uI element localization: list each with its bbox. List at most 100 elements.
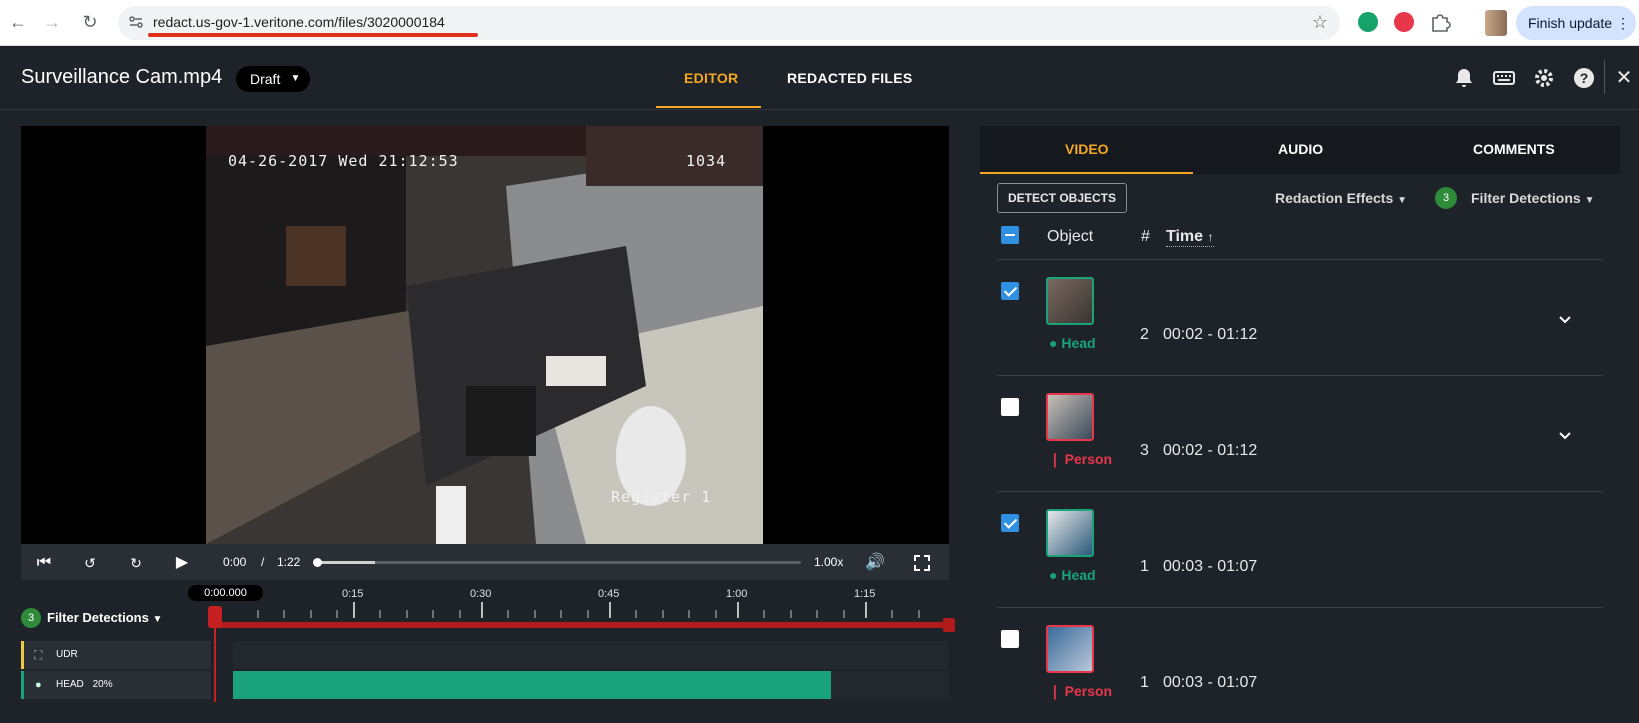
detection-row[interactable]: ● Head 1 00:03 - 01:07 <box>997 491 1603 607</box>
extension-icon-red[interactable] <box>1394 12 1414 32</box>
select-all-checkbox[interactable] <box>1001 226 1019 244</box>
svg-text:?: ? <box>1580 70 1589 86</box>
column-number[interactable]: # <box>1141 228 1150 246</box>
playback-speed[interactable]: 1.00x <box>814 555 843 569</box>
track-head-label: HEAD <box>56 679 84 690</box>
keyboard-icon[interactable] <box>1492 66 1516 90</box>
video-frame: 04-26-2017 Wed 21:12:53 1034 Register 1 <box>206 126 763 544</box>
object-count: 1 <box>1140 674 1149 691</box>
osd-datetime: 04-26-2017 Wed 21:12:53 <box>228 152 459 170</box>
close-icon[interactable]: ✕ <box>1612 66 1636 90</box>
ruler-ticks <box>257 602 920 618</box>
caret-down-icon: ▼ <box>152 614 163 625</box>
tab-redacted-files[interactable]: REDACTED FILES <box>787 70 913 86</box>
extensions-puzzle-icon[interactable] <box>1429 11 1451 33</box>
redaction-effects-label: Redaction Effects <box>1275 190 1394 206</box>
head-icon: ● <box>35 679 42 691</box>
time-separator: / <box>261 555 265 569</box>
track-head-percent: 20% <box>92 679 113 690</box>
site-settings-icon[interactable] <box>128 14 144 30</box>
row-checkbox[interactable] <box>1001 282 1019 300</box>
address-bar[interactable]: redact.us-gov-1.veritone.com/files/30200… <box>118 6 1340 40</box>
video-player[interactable]: 04-26-2017 Wed 21:12:53 1034 Register 1 <box>21 126 949 544</box>
bookmark-star-icon[interactable]: ☆ <box>1312 12 1328 33</box>
redaction-range-bar[interactable] <box>214 622 949 628</box>
detection-thumbnail[interactable] <box>1046 277 1094 325</box>
chevron-down-icon[interactable] <box>1557 312 1573 328</box>
detection-row[interactable]: ❘ Person 3 00:02 - 01:12 <box>997 375 1603 491</box>
detect-objects-button[interactable]: DETECT OBJECTS <box>997 183 1127 213</box>
person-icon: ❘ <box>1049 451 1061 467</box>
person-icon: ❘ <box>1049 683 1061 699</box>
help-icon[interactable]: ? <box>1572 66 1596 90</box>
filter-count-badge: 3 <box>21 608 41 628</box>
range-end-handle[interactable] <box>943 618 955 632</box>
chevron-down-icon[interactable] <box>1557 428 1573 444</box>
redaction-effects-dropdown[interactable]: Redaction Effects ▼ <box>1275 190 1407 206</box>
caret-down-icon: ▼ <box>290 73 301 84</box>
track-udr-lane[interactable] <box>233 641 949 669</box>
detection-row[interactable]: ● Head 2 00:02 - 01:12 <box>997 259 1603 375</box>
udr-icon: ⛶ <box>34 648 43 662</box>
tab-active-indicator <box>656 106 761 108</box>
reload-icon[interactable]: ↻ <box>78 10 102 34</box>
url-text: redact.us-gov-1.veritone.com/files/30200… <box>153 14 445 30</box>
object-type-label: ● Head <box>1049 567 1096 583</box>
tab-video[interactable]: VIDEO <box>1065 141 1109 157</box>
profile-avatar[interactable] <box>1485 10 1507 36</box>
detection-thumbnail[interactable] <box>1046 509 1094 557</box>
head-icon: ● <box>1049 567 1058 583</box>
fullscreen-icon[interactable] <box>911 552 933 574</box>
detection-row[interactable]: ❘ Person 1 00:03 - 01:07 <box>997 607 1603 723</box>
finish-update-label: Finish update <box>1528 15 1613 31</box>
object-type-label: ❘ Person <box>1049 451 1112 468</box>
object-type-text: Head <box>1061 567 1096 583</box>
file-title: Surveillance Cam.mp4 <box>21 66 223 88</box>
column-object[interactable]: Object <box>1047 228 1093 246</box>
timeline-ruler[interactable]: 0:15 0:30 0:45 1:00 1:15 <box>215 580 949 626</box>
forward-10-icon[interactable]: ↻ <box>125 552 147 574</box>
grammarly-extension-icon[interactable] <box>1358 12 1378 32</box>
notifications-bell-icon[interactable] <box>1452 66 1476 90</box>
playhead-line <box>214 610 216 702</box>
object-type-text: Person <box>1064 683 1113 699</box>
status-dropdown[interactable]: Draft ▼ <box>236 66 311 92</box>
tab-comments[interactable]: COMMENTS <box>1473 141 1555 157</box>
skip-to-start-icon[interactable]: ⏮ <box>33 552 55 574</box>
object-time-range[interactable]: 00:02 - 01:12 <box>1163 442 1257 460</box>
volume-icon[interactable]: 🔊 <box>864 552 886 574</box>
object-type-text: Head <box>1061 335 1096 351</box>
detection-thumbnail[interactable] <box>1046 393 1094 441</box>
object-time-range[interactable]: 00:03 - 01:07 <box>1163 674 1257 692</box>
seek-handle[interactable] <box>313 558 322 567</box>
track-head[interactable]: ● HEAD 20% <box>21 671 211 699</box>
tick-label: 0:30 <box>470 588 492 600</box>
finish-update-button[interactable]: Finish update ⋮ <box>1516 6 1636 40</box>
detection-thumbnail[interactable] <box>1046 625 1094 673</box>
forward-icon[interactable]: → <box>40 10 64 34</box>
tab-editor[interactable]: EDITOR <box>684 70 738 86</box>
object-time-range[interactable]: 00:02 - 01:12 <box>1163 326 1257 344</box>
column-time[interactable]: Time ↑ <box>1166 228 1214 247</box>
settings-gear-icon[interactable] <box>1532 66 1556 90</box>
sort-ascending-icon: ↑ <box>1207 230 1214 244</box>
rewind-10-icon[interactable]: ↺ <box>79 552 101 574</box>
url-annotation-underline <box>148 33 478 37</box>
track-head-lane[interactable] <box>233 671 949 699</box>
seek-bar[interactable] <box>313 558 801 567</box>
timeline-filter-detections[interactable]: Filter Detections ▼ <box>47 610 162 625</box>
status-label: Draft <box>250 71 281 87</box>
object-type-text: Person <box>1064 451 1113 467</box>
filter-detections-dropdown[interactable]: Filter Detections ▼ <box>1471 190 1595 206</box>
track-udr[interactable]: ⛶ UDR <box>21 641 211 669</box>
object-time-range[interactable]: 00:03 - 01:07 <box>1163 558 1257 576</box>
tab-audio[interactable]: AUDIO <box>1278 141 1323 157</box>
app-header: Surveillance Cam.mp4 Draft ▼ EDITOR REDAC… <box>0 46 1639 110</box>
row-checkbox[interactable] <box>1001 514 1019 532</box>
play-icon[interactable]: ▶ <box>171 552 193 574</box>
back-icon[interactable]: ← <box>6 10 30 34</box>
tick-label: 1:15 <box>854 588 876 600</box>
head-detection-bar[interactable] <box>233 671 831 699</box>
row-checkbox[interactable] <box>1001 398 1019 416</box>
row-checkbox[interactable] <box>1001 630 1019 648</box>
